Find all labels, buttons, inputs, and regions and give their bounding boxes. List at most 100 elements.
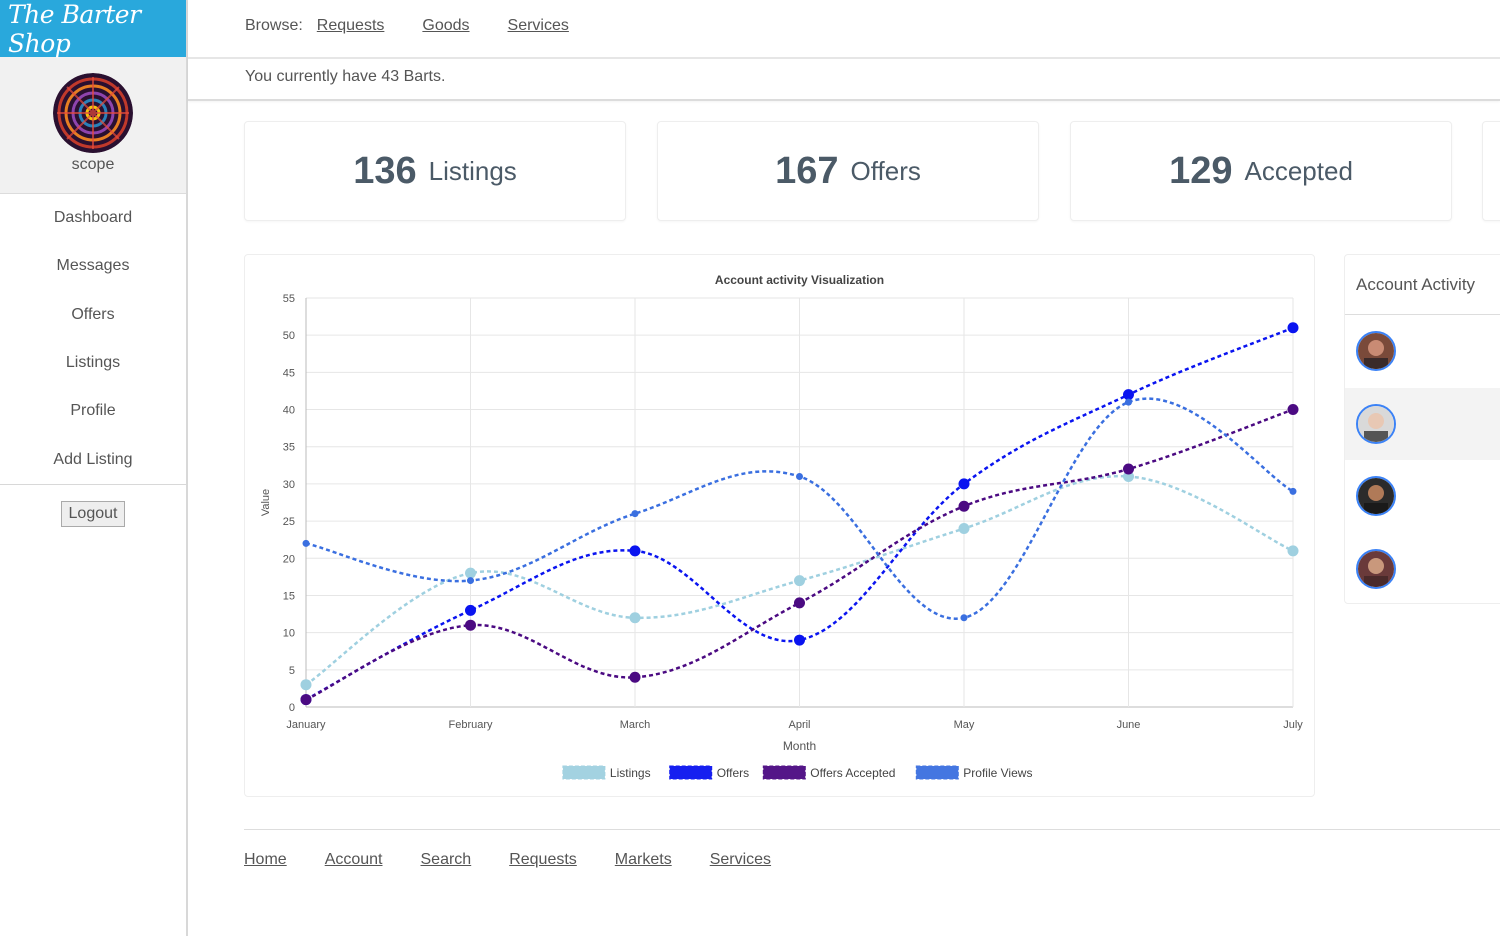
divider <box>188 57 1500 59</box>
legend-swatch-profile-views <box>915 765 959 780</box>
x-tick-label: March <box>620 719 651 731</box>
x-tick-label: January <box>286 719 326 731</box>
avatar[interactable] <box>1356 331 1396 372</box>
chart-title: Account activity Visualization <box>715 273 884 287</box>
activity-line-chart: Account activity Visualization 0 5 10 15 20 25… <box>260 273 1303 780</box>
sidebar-item-offers[interactable]: Offers <box>0 291 186 339</box>
data-point-profile-views <box>631 510 639 518</box>
sidebar: The Barter Shop scope Dashboard Messages… <box>0 0 188 936</box>
sidebar-item-dashboard[interactable]: Dashboard <box>0 194 186 242</box>
y-tick-label: 25 <box>283 516 295 528</box>
brand-logo[interactable]: The Barter Shop <box>0 0 186 58</box>
stat-label: Accepted <box>1244 155 1353 186</box>
logout-button[interactable]: Logout <box>60 500 126 527</box>
y-tick-label: 55 <box>283 293 295 305</box>
y-tick-label: 10 <box>283 628 295 640</box>
browse-link-requests[interactable]: Requests <box>317 17 385 35</box>
data-point-listings <box>1287 545 1299 557</box>
legend-swatch-listings <box>562 765 606 780</box>
data-point-offers <box>794 634 805 646</box>
y-tick-label: 5 <box>289 665 295 677</box>
activity-item[interactable] <box>1345 533 1500 606</box>
data-point-offers-accepted <box>300 694 312 706</box>
data-point-offers-accepted <box>465 619 476 631</box>
data-point-offers <box>1123 389 1134 401</box>
footer-link-services[interactable]: Services <box>710 851 771 869</box>
footer-link-markets[interactable]: Markets <box>615 851 672 869</box>
footer-link-home[interactable]: Home <box>244 851 287 869</box>
profile-block: scope <box>0 57 186 194</box>
stat-label: Offers <box>850 155 921 186</box>
stat-label: Listings <box>428 155 517 186</box>
data-point-profile-views <box>960 614 968 622</box>
data-point-offers <box>1287 322 1299 334</box>
browse-link-services[interactable]: Services <box>508 17 569 35</box>
barts-balance-message: You currently have 43 Barts. <box>245 68 446 85</box>
activity-title: Account Activity <box>1345 255 1500 315</box>
browse-nav: Browse: Requests Goods Services <box>245 17 569 35</box>
y-tick-label: 0 <box>289 702 295 714</box>
data-point-offers-accepted <box>1287 404 1299 416</box>
x-tick-label: June <box>1117 719 1141 731</box>
stat-card-listings[interactable]: 136 Listings <box>244 121 626 221</box>
footer-link-requests[interactable]: Requests <box>509 851 577 869</box>
activity-item[interactable] <box>1345 460 1500 533</box>
account-activity-panel: Account Activity <box>1344 254 1500 604</box>
sidebar-item-add-listing[interactable]: Add Listing <box>0 435 186 483</box>
y-tick-label: 50 <box>283 330 295 342</box>
top-bar: Browse: Requests Goods Services You curr… <box>188 0 1500 101</box>
activity-item[interactable] <box>1345 315 1500 388</box>
data-point-listings <box>465 567 476 579</box>
avatar[interactable] <box>1356 476 1396 517</box>
data-point-listings <box>300 679 312 691</box>
data-point-profile-views <box>796 472 803 480</box>
legend-label-offers: Offers <box>717 766 749 780</box>
data-point-listings <box>958 523 970 535</box>
data-point-offers-accepted <box>794 597 805 609</box>
avatar[interactable] <box>53 73 133 153</box>
data-point-offers <box>465 604 476 616</box>
legend-label-profile-views: Profile Views <box>963 766 1032 780</box>
profile-username: scope <box>71 156 115 173</box>
stat-value: 129 <box>1169 149 1233 192</box>
sidebar-item-messages[interactable]: Messages <box>0 242 186 290</box>
footer-link-account[interactable]: Account <box>325 851 383 869</box>
legend-swatch-offers <box>669 765 713 780</box>
legend-swatch-offers-accepted <box>762 765 806 780</box>
sidebar-nav: Dashboard Messages Offers Listings Profi… <box>0 194 186 485</box>
stat-value: 167 <box>775 149 839 192</box>
activity-item[interactable] <box>1345 387 1500 460</box>
chart-panel: Account activity Visualization 0 5 10 15 20 25… <box>244 254 1315 797</box>
y-tick-label: 30 <box>283 479 295 491</box>
x-tick-label: July <box>1283 719 1303 731</box>
browse-link-goods[interactable]: Goods <box>422 17 469 35</box>
data-point-offers-accepted <box>958 500 970 512</box>
y-tick-label: 15 <box>283 590 295 602</box>
data-point-profile-views <box>1289 487 1297 495</box>
footer-nav: Home Account Search Requests Markets Ser… <box>244 851 809 869</box>
data-point-offers <box>629 545 641 557</box>
sidebar-item-profile[interactable]: Profile <box>0 387 186 435</box>
data-point-profile-views <box>302 539 310 547</box>
y-tick-label: 35 <box>283 442 295 454</box>
x-tick-label: May <box>954 719 975 731</box>
browse-label: Browse: <box>245 17 303 34</box>
legend-label-offers-accepted: Offers Accepted <box>810 766 895 780</box>
data-point-offers-accepted <box>629 671 641 683</box>
avatar[interactable] <box>1356 548 1396 589</box>
y-axis-label: Value <box>260 489 272 516</box>
logout-wrap: Logout <box>0 485 186 527</box>
stat-card-accepted[interactable]: 129 Accepted <box>1070 121 1452 221</box>
y-tick-label: 20 <box>283 553 295 565</box>
data-point-offers-accepted <box>1123 463 1134 475</box>
footer-link-search[interactable]: Search <box>421 851 472 869</box>
avatar[interactable] <box>1356 403 1396 444</box>
x-tick-label: April <box>788 719 810 731</box>
y-tick-label: 45 <box>283 367 295 379</box>
sidebar-item-listings[interactable]: Listings <box>0 339 186 387</box>
stat-card-partial <box>1482 121 1500 221</box>
stat-card-offers[interactable]: 167 Offers <box>657 121 1039 221</box>
data-point-listings <box>629 612 641 624</box>
data-point-offers <box>958 478 970 490</box>
data-point-profile-views <box>1125 398 1132 406</box>
